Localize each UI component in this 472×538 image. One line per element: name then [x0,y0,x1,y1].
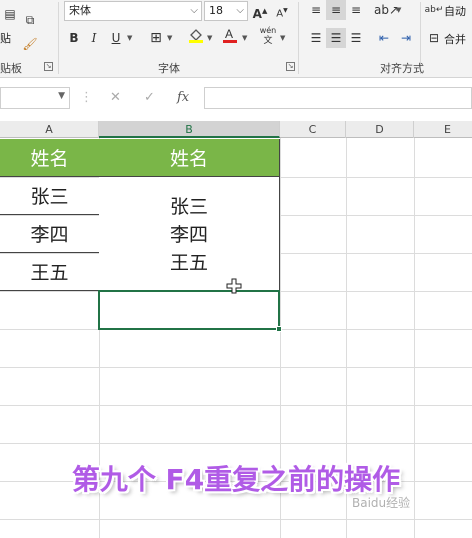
cell-cursor-icon [226,278,242,294]
clipboard-group-label: 贴板 [0,62,22,75]
cell-a1-header[interactable]: 姓名 [0,139,100,177]
column-header-d[interactable]: D [346,121,414,138]
clipboard-launcher-icon[interactable]: ↘ [44,62,53,71]
align-center-icon[interactable]: ☰ [326,28,346,48]
italic-button[interactable]: I [84,28,104,48]
bold-button[interactable]: B [64,28,84,48]
align-right-icon[interactable]: ☰ [346,28,366,48]
increase-indent-icon[interactable]: ⇥ [396,28,416,48]
grow-font-button[interactable]: A▲ [250,1,270,21]
alignment-group-label: 对齐方式 [380,62,424,75]
font-size-value: 18 [209,4,223,17]
active-cell-selection[interactable] [98,290,282,332]
svg-text:A: A [225,27,233,41]
cell-b2-merged[interactable]: 张三 李四 王五 [99,177,280,291]
merge-center-label[interactable]: 合并 [444,31,466,47]
cancel-icon[interactable]: ✕ [110,90,121,105]
column-header-a[interactable]: A [0,121,99,138]
phonetic-guide-button[interactable]: wén 文 [258,26,278,46]
merged-line-1: 张三 [169,196,208,218]
orientation-icon[interactable]: ab↗ [374,0,399,20]
insert-function-icon[interactable]: fx [177,90,189,105]
cell-a4[interactable]: 王五 [0,253,100,291]
font-name-combo[interactable]: 宋体 ⌵ [64,1,202,21]
borders-dropdown-icon[interactable]: ▼ [167,34,172,42]
wrap-text-icon[interactable]: ab↵ [424,0,444,20]
font-group-label: 字体 [158,62,180,75]
font-color-icon[interactable]: A [220,26,240,46]
font-name-value: 宋体 [69,4,91,17]
format-painter-brush-icon[interactable]: 🖌 [20,34,40,54]
fill-color-icon[interactable] [186,26,206,46]
paste-label[interactable]: 贴 [0,30,11,46]
column-header-b[interactable]: B [99,121,280,138]
column-header-e[interactable]: E [414,121,472,138]
formula-input[interactable] [204,87,472,109]
formula-bar-grip-icon: ⋮ [80,90,93,105]
watermark-logo: Baidu经验 [352,496,411,510]
copy-icon[interactable]: ⧉ [20,10,40,30]
cell-a2[interactable]: 张三 [0,177,100,215]
merged-line-3: 王五 [169,252,208,274]
column-headers: A B C D E [0,121,472,138]
chevron-down-icon: ⌵ [190,5,198,16]
formula-bar: ▼ ⋮ ✕ ✓ fx [0,86,472,112]
fill-handle[interactable] [276,326,282,332]
font-color-dropdown-icon[interactable]: ▼ [242,34,247,42]
orientation-dropdown-icon[interactable]: ▼ [396,6,401,14]
font-launcher-icon[interactable]: ↘ [286,62,295,71]
name-box[interactable]: ▼ [0,87,70,109]
merge-center-icon[interactable]: ⊟ [424,28,444,48]
format-painter-icon[interactable]: ▤ [0,4,20,24]
fill-color-dropdown-icon[interactable]: ▼ [207,34,212,42]
column-header-c[interactable]: C [280,121,346,138]
borders-icon[interactable]: ⊞ [146,28,166,48]
bottom-align-icon[interactable]: ≡ [346,0,366,20]
wrap-text-label[interactable]: 自动 [444,3,466,19]
name-box-dropdown-icon[interactable]: ▼ [58,91,65,101]
shrink-font-button[interactable]: A▼ [272,1,292,21]
cell-b1-header[interactable]: 姓名 [99,139,280,177]
phonetic-dropdown-icon[interactable]: ▼ [280,34,285,42]
align-left-icon[interactable]: ☰ [306,28,326,48]
ribbon: ▤ 贴 ⧉ 🖌 贴板 ↘ 宋体 ⌵ 18 ⌵ A▲ A▼ B I U ▼ ⊞ ▼… [0,0,472,78]
decrease-indent-icon[interactable]: ⇤ [374,28,394,48]
tutorial-caption: 第九个 F4重复之前的操作 [71,463,401,496]
top-align-icon[interactable]: ≡ [306,0,326,20]
merged-line-2: 李四 [169,224,208,246]
cell-a3[interactable]: 李四 [0,215,100,253]
underline-button[interactable]: U [106,28,126,48]
font-size-combo[interactable]: 18 ⌵ [204,1,248,21]
chevron-down-icon: ⌵ [236,5,244,16]
middle-align-icon[interactable]: ≡ [326,0,346,20]
enter-icon[interactable]: ✓ [144,90,155,105]
underline-dropdown-icon[interactable]: ▼ [127,34,132,42]
